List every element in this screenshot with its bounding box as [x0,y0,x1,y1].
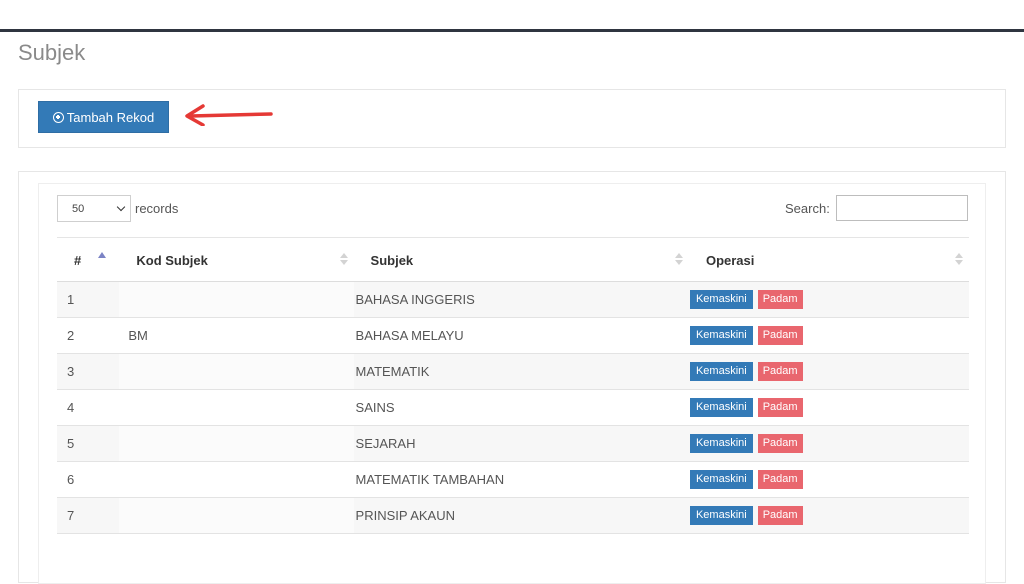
row-subjek: SAINS [353,389,689,426]
header-subjek[interactable]: Subjek [353,237,689,282]
sort-icon [674,253,683,265]
row-subjek: BAHASA MELAYU [353,317,689,354]
search-label: Search: [785,201,830,216]
row-number: 5 [57,425,120,462]
row-kod [119,281,354,318]
table-row: 7 PRINSIP AKAUN Kemaskini Padam [57,497,969,534]
table-panel: 50 records Search: # Kod Subjek Subjek O… [18,171,1006,584]
header-kod-subjek[interactable]: Kod Subjek [119,237,354,282]
header-operasi[interactable]: Operasi [688,237,969,282]
row-operasi: Kemaskini Padam [688,317,969,354]
delete-button[interactable]: Padam [757,398,803,417]
row-kod [119,389,354,426]
delete-button[interactable]: Padam [757,290,803,309]
row-number: 6 [57,461,120,498]
table-row: 2 BM BAHASA MELAYU Kemaskini Padam [57,317,969,354]
delete-button[interactable]: Padam [757,434,803,453]
row-operasi: Kemaskini Padam [688,425,969,462]
table-header-row: # Kod Subjek Subjek Operasi [57,237,969,282]
records-per-page-select[interactable]: 50 [57,195,131,222]
row-subjek: PRINSIP AKAUN [353,497,689,534]
header-number[interactable]: # [57,237,120,282]
row-kod [119,425,354,462]
edit-button[interactable]: Kemaskini [689,362,753,381]
row-operasi: Kemaskini Padam [688,461,969,498]
table-row: 5 SEJARAH Kemaskini Padam [57,425,969,462]
row-number: 2 [57,317,120,354]
sort-ascending-icon [98,252,106,258]
search-input[interactable] [836,195,968,221]
edit-button[interactable]: Kemaskini [689,506,753,525]
delete-button[interactable]: Padam [757,470,803,489]
toolbar-box: Tambah Rekod [18,89,1006,148]
edit-button[interactable]: Kemaskini [689,398,753,417]
subject-table: # Kod Subjek Subjek Operasi 1 BAHASA ING… [57,237,969,534]
sort-icon [339,253,348,265]
add-record-label: Tambah Rekod [66,109,155,125]
table-row: 1 BAHASA INGGERIS Kemaskini Padam [57,281,969,318]
red-arrow-icon [185,104,273,126]
table-row: 6 MATEMATIK TAMBAHAN Kemaskini Padam [57,461,969,498]
row-subjek: SEJARAH [353,425,689,462]
records-label: records [135,201,179,216]
row-operasi: Kemaskini Padam [688,497,969,534]
chevron-down-icon [116,202,126,212]
plus-circle-icon [52,111,64,123]
delete-button[interactable]: Padam [757,506,803,525]
datatable-wrapper: 50 records Search: # Kod Subjek Subjek O… [38,183,986,584]
edit-button[interactable]: Kemaskini [689,434,753,453]
row-kod [119,461,354,498]
top-bar [0,0,1024,32]
row-subjek: MATEMATIK [353,353,689,390]
page-content: Subjek Tambah Rekod 50 records Search: #… [0,32,1024,584]
delete-button[interactable]: Padam [757,362,803,381]
edit-button[interactable]: Kemaskini [689,326,753,345]
records-per-page-value: 50 [72,202,85,215]
add-record-button[interactable]: Tambah Rekod [38,101,169,133]
row-operasi: Kemaskini Padam [688,389,969,426]
row-number: 1 [57,281,120,318]
edit-button[interactable]: Kemaskini [689,290,753,309]
edit-button[interactable]: Kemaskini [689,470,753,489]
row-operasi: Kemaskini Padam [688,281,969,318]
row-number: 4 [57,389,120,426]
table-row: 3 MATEMATIK Kemaskini Padam [57,353,969,390]
row-subjek: BAHASA INGGERIS [353,281,689,318]
sort-icon [955,253,963,265]
row-kod [119,353,354,390]
page-title: Subjek [18,40,86,65]
delete-button[interactable]: Padam [757,326,803,345]
row-subjek: MATEMATIK TAMBAHAN [353,461,689,498]
row-kod: BM [119,317,354,354]
row-number: 3 [57,353,120,390]
row-number: 7 [57,497,120,534]
row-kod [119,497,354,534]
table-row: 4 SAINS Kemaskini Padam [57,389,969,426]
row-operasi: Kemaskini Padam [688,353,969,390]
